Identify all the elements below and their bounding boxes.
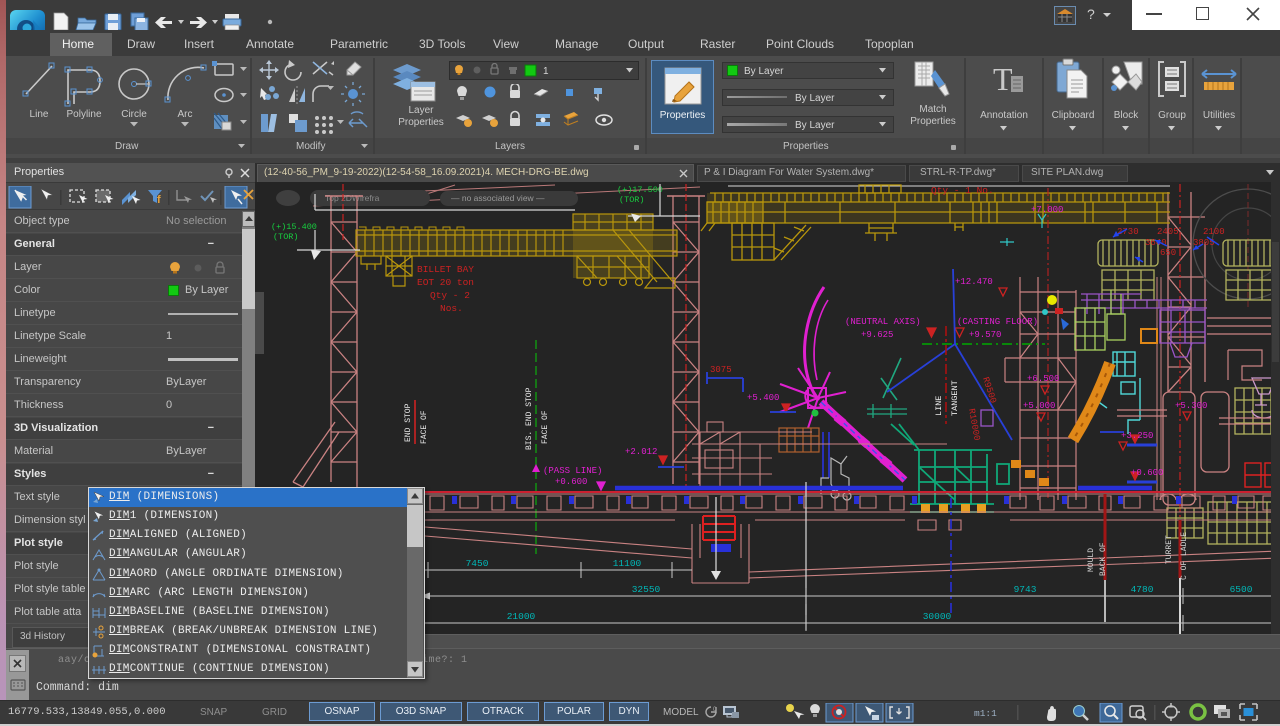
svg-text:EOT 20 ton: EOT 20 ton (417, 277, 474, 288)
svg-text:+7.000: +7.000 (1031, 205, 1063, 215)
svg-text:4780: 4780 (1131, 584, 1154, 595)
svg-text:FACE OF: FACE OF (420, 410, 429, 444)
svg-text:Top 2DWirefra: Top 2DWirefra (325, 193, 380, 203)
svg-text:(+)15.400: (+)15.400 (271, 222, 317, 232)
svg-text:(CASTING FLOOR): (CASTING FLOOR) (957, 317, 1038, 327)
svg-text:+6.500: +6.500 (1027, 374, 1059, 384)
svg-text:BIS. END STOP: BIS. END STOP (525, 387, 534, 450)
svg-text:T: T (993, 61, 1013, 97)
svg-text:C OF LADLE: C OF LADLE (1180, 532, 1189, 580)
svg-text:MOULD: MOULD (1087, 548, 1096, 572)
svg-text:+5.400: +5.400 (747, 393, 779, 403)
svg-text:(TOR): (TOR) (619, 195, 645, 205)
svg-text:1: 1 (543, 66, 549, 77)
svg-text:(PASS LINE): (PASS LINE) (543, 466, 602, 476)
svg-text:2100: 2100 (1203, 227, 1225, 237)
svg-text:Polyline: Polyline (66, 109, 101, 120)
svg-text:Qty - 1 No.: Qty - 1 No. (931, 185, 994, 196)
svg-text:+0.600: +0.600 (1131, 468, 1163, 478)
svg-text:Circle: Circle (121, 109, 147, 120)
svg-text:FACE OF: FACE OF (541, 410, 550, 444)
svg-text:9743: 9743 (1014, 584, 1037, 595)
svg-text:+0.600: +0.600 (555, 477, 587, 487)
svg-text:Arc: Arc (178, 109, 193, 120)
svg-text:+3.250: +3.250 (1121, 431, 1153, 441)
svg-text:TURRET: TURRET (1165, 535, 1174, 564)
svg-text:30000: 30000 (923, 611, 952, 622)
svg-text:+12.470: +12.470 (955, 277, 993, 287)
svg-text:Qty - 2: Qty - 2 (430, 290, 470, 301)
svg-text:+9.570: +9.570 (969, 330, 1001, 340)
svg-text:+2.012: +2.012 (625, 447, 657, 457)
svg-text:3075: 3075 (710, 365, 732, 375)
svg-text:m1:1: m1:1 (974, 708, 997, 719)
svg-text:Line: Line (30, 109, 49, 120)
svg-text:(+)17.500: (+)17.500 (617, 185, 663, 195)
svg-text:f: f (157, 194, 161, 206)
svg-text:END STOP: END STOP (404, 403, 413, 442)
svg-text:+5.300: +5.300 (1175, 401, 1207, 411)
svg-text:— no associated view —: — no associated view — (451, 193, 545, 203)
svg-text:BILLET BAY: BILLET BAY (417, 264, 474, 275)
svg-text:6500: 6500 (1230, 584, 1253, 595)
svg-text:7450: 7450 (466, 558, 489, 569)
svg-text:11100: 11100 (613, 558, 642, 569)
svg-text:3640: 3640 (1145, 238, 1167, 248)
svg-text:Nos.: Nos. (440, 303, 463, 314)
svg-text:650: 650 (1160, 248, 1176, 258)
svg-text:LINE: LINE (934, 396, 944, 416)
svg-text:(NEUTRAL AXIS): (NEUTRAL AXIS) (845, 317, 921, 327)
svg-text:+5.000: +5.000 (1023, 401, 1055, 411)
svg-text:TANGENT: TANGENT (950, 380, 960, 416)
svg-text:BACK OF: BACK OF (1099, 542, 1108, 576)
svg-text:32550: 32550 (632, 584, 661, 595)
svg-text:+9.625: +9.625 (861, 330, 893, 340)
svg-text:21000: 21000 (507, 611, 536, 622)
svg-text:(TOR): (TOR) (273, 232, 299, 242)
svg-text:2405: 2405 (1157, 227, 1179, 237)
